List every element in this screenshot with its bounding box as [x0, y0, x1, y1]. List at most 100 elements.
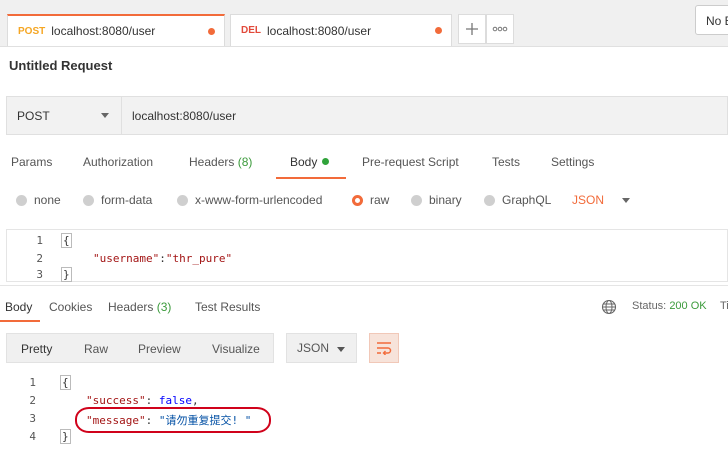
- environment-selector[interactable]: No E: [695, 5, 728, 35]
- response-time-label: Ti: [720, 300, 728, 312]
- tab-tests[interactable]: Tests: [492, 155, 520, 169]
- body-format-select[interactable]: JSON: [572, 193, 631, 207]
- response-tab-body[interactable]: Body: [5, 300, 32, 314]
- method-value: POST: [17, 108, 50, 123]
- brace: {: [60, 375, 71, 390]
- wrap-lines-icon: [377, 342, 392, 355]
- url-value: localhost:8080/user: [132, 108, 237, 123]
- radio-circle: [484, 194, 495, 206]
- brace: }: [61, 267, 72, 282]
- radio-circle: [177, 194, 188, 206]
- json-value: false: [158, 394, 192, 407]
- view-visualize-button[interactable]: Visualize: [212, 342, 260, 356]
- code-line: }: [60, 429, 71, 444]
- tab-method: DEL: [241, 25, 261, 36]
- active-tab-underline: [276, 177, 346, 179]
- brace: {: [61, 233, 72, 248]
- chevron-down-icon: [101, 113, 109, 118]
- request-body-editor[interactable]: 1 { 2 "username":"thr_pure" 3 }: [6, 229, 728, 282]
- radio-label: GraphQL: [502, 193, 552, 207]
- response-tab-cookies[interactable]: Cookies: [49, 300, 92, 314]
- radio-circle-selected: [352, 194, 363, 206]
- request-tab-del-user[interactable]: DEL localhost:8080/user: [230, 14, 452, 46]
- response-active-tab-underline: [0, 320, 40, 322]
- tab-body[interactable]: Body: [290, 155, 330, 169]
- line-number: 3: [29, 412, 36, 425]
- radio-label: x-www-form-urlencoded: [195, 193, 323, 207]
- globe-icon[interactable]: [601, 299, 617, 318]
- annotation-highlight-ellipse: [75, 407, 271, 433]
- json-key: "username": [93, 252, 160, 265]
- code-line: }: [61, 267, 72, 282]
- radio-form-data[interactable]: form-data: [83, 193, 152, 207]
- code-line: {: [61, 233, 72, 248]
- tab-headers[interactable]: Headers (8): [189, 155, 252, 169]
- response-status: Status: 200 OK: [632, 300, 707, 312]
- code-line: {: [60, 375, 71, 390]
- wrap-lines-button[interactable]: [369, 333, 399, 363]
- view-pretty-button[interactable]: Pretty: [21, 342, 52, 356]
- response-tab-test-results[interactable]: Test Results: [195, 300, 260, 314]
- body-format-value: JSON: [572, 193, 605, 207]
- tab-params[interactable]: Params: [11, 155, 52, 169]
- radio-label: form-data: [101, 193, 153, 207]
- line-number: 4: [29, 430, 36, 443]
- more-horizontal-icon: [492, 26, 508, 32]
- url-input[interactable]: localhost:8080/user: [122, 96, 728, 135]
- radio-circle: [411, 194, 422, 206]
- status-label: Status:: [632, 300, 667, 312]
- line-number: 2: [29, 394, 36, 407]
- chevron-down-icon: [622, 197, 631, 203]
- radio-circle: [16, 194, 27, 206]
- radio-circle: [83, 194, 94, 206]
- tab-method: POST: [18, 25, 46, 37]
- tab-pre-request-script[interactable]: Pre-request Script: [362, 155, 459, 169]
- tab-headers-label: Headers: [189, 155, 235, 169]
- response-tab-headers[interactable]: Headers (3): [108, 300, 171, 314]
- tab-url: localhost:8080/user: [267, 23, 372, 38]
- status-value: 200 OK: [669, 300, 707, 312]
- radio-x-www-form-urlencoded[interactable]: x-www-form-urlencoded: [177, 193, 322, 207]
- tab-authorization[interactable]: Authorization: [83, 155, 153, 169]
- response-tab-headers-label: Headers: [108, 300, 154, 314]
- method-select[interactable]: POST: [6, 96, 122, 135]
- response-divider: [0, 285, 728, 286]
- request-tab-post-user[interactable]: POST localhost:8080/user: [7, 14, 225, 46]
- view-preview-button[interactable]: Preview: [138, 342, 181, 356]
- tab-body-label: Body: [290, 155, 318, 169]
- line-number: 3: [36, 268, 43, 281]
- response-headers-count: (3): [156, 300, 172, 314]
- radio-label: raw: [370, 193, 390, 207]
- response-view-mode-group: Pretty Raw Preview Visualize: [6, 333, 274, 363]
- line-number: 1: [29, 376, 36, 389]
- response-format-select[interactable]: JSON: [286, 333, 357, 363]
- view-raw-button[interactable]: Raw: [84, 342, 108, 356]
- radio-raw[interactable]: raw: [352, 193, 389, 207]
- radio-graphql[interactable]: GraphQL: [484, 193, 551, 207]
- code-line: "success": false,: [86, 394, 199, 407]
- json-comma: ,: [191, 394, 199, 407]
- brace: }: [60, 429, 71, 444]
- response-format-value: JSON: [297, 341, 330, 355]
- line-number: 1: [36, 234, 43, 247]
- json-value: "thr_pure": [165, 252, 233, 265]
- new-tab-button[interactable]: [458, 14, 486, 44]
- chevron-down-icon: [337, 347, 345, 352]
- line-number: 2: [36, 252, 43, 265]
- json-sep: :: [145, 394, 159, 407]
- unsaved-indicator: [435, 27, 442, 34]
- body-indicator-dot: [322, 158, 330, 165]
- code-line: "username":"thr_pure": [93, 252, 232, 265]
- tab-url: localhost:8080/user: [51, 24, 156, 38]
- radio-none[interactable]: none: [16, 193, 61, 207]
- unsaved-indicator: [208, 28, 215, 35]
- tab-options-button[interactable]: [486, 14, 514, 44]
- request-title[interactable]: Untitled Request: [9, 58, 112, 73]
- plus-icon: [466, 23, 478, 35]
- tab-settings[interactable]: Settings: [551, 155, 594, 169]
- radio-label: none: [34, 193, 61, 207]
- json-key: "success": [86, 394, 146, 407]
- radio-label: binary: [429, 193, 462, 207]
- json-sep: :: [159, 252, 166, 265]
- radio-binary[interactable]: binary: [411, 193, 462, 207]
